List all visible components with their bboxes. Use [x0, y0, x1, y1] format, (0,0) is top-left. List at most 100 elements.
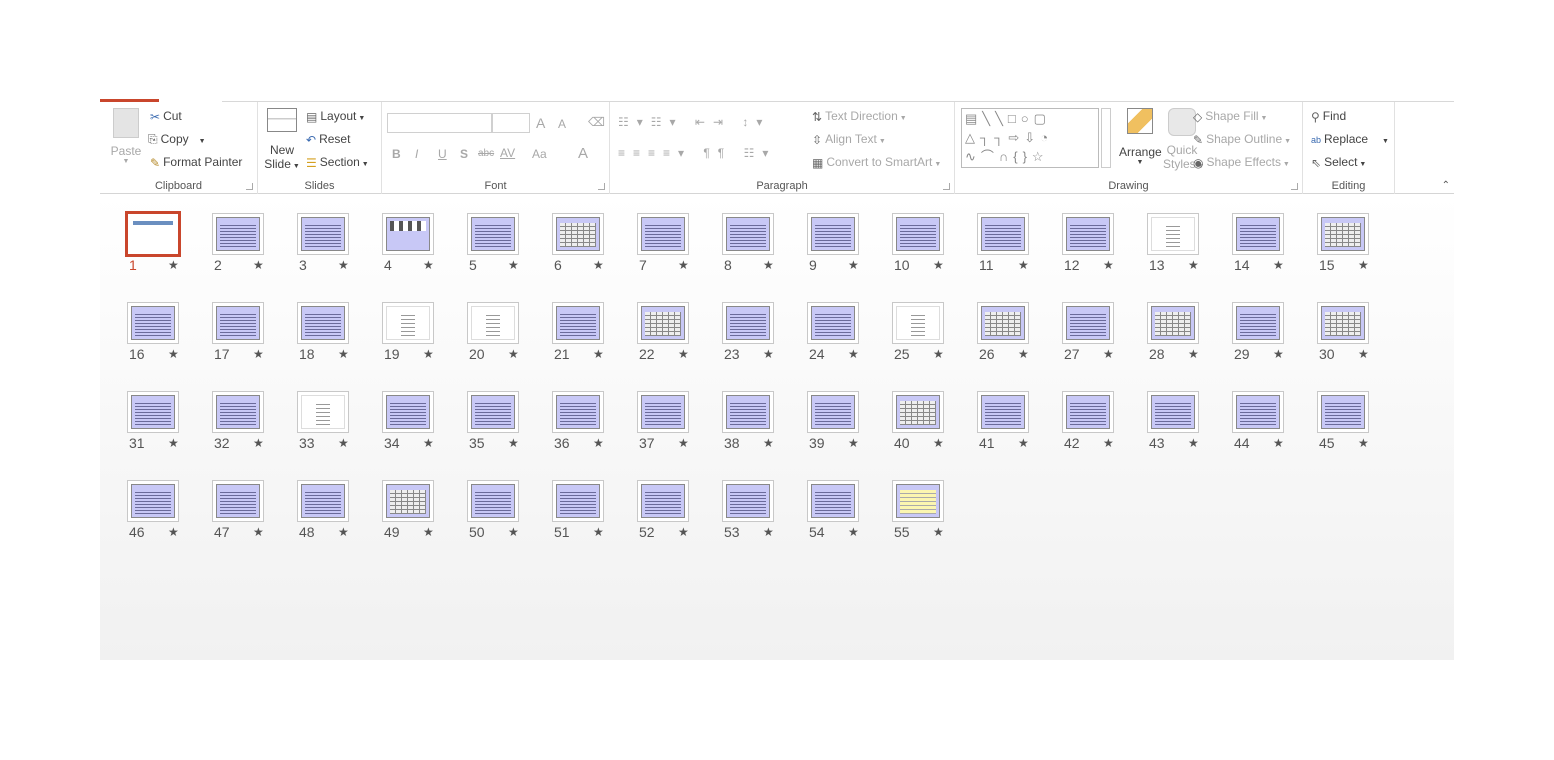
section-button[interactable]: ☰ Section ▼ — [306, 155, 369, 170]
slide-preview[interactable] — [637, 302, 689, 344]
slide-thumbnail-13[interactable]: 13 ★ — [1147, 213, 1201, 275]
animation-star-icon[interactable]: ★ — [338, 525, 349, 539]
slide-preview[interactable] — [1317, 391, 1369, 433]
slide-thumbnail-14[interactable]: 14 ★ — [1232, 213, 1286, 275]
slide-thumbnail-31[interactable]: 31 ★ — [127, 391, 181, 453]
animation-star-icon[interactable]: ★ — [933, 436, 944, 450]
slide-thumbnail-40[interactable]: 40 ★ — [892, 391, 946, 453]
animation-star-icon[interactable]: ★ — [253, 347, 264, 361]
slide-preview[interactable] — [382, 480, 434, 522]
slide-thumbnail-11[interactable]: 11 ★ — [977, 213, 1031, 275]
slide-thumbnail-26[interactable]: 26 ★ — [977, 302, 1031, 364]
slide-thumbnail-34[interactable]: 34 ★ — [382, 391, 436, 453]
slide-preview[interactable] — [807, 480, 859, 522]
slide-preview[interactable] — [382, 302, 434, 344]
slide-thumbnail-42[interactable]: 42 ★ — [1062, 391, 1116, 453]
list-buttons[interactable]: ☷▾☷▾ ⇤⇥ ↕▾ — [618, 115, 770, 129]
animation-star-icon[interactable]: ★ — [508, 525, 519, 539]
slide-preview[interactable] — [892, 302, 944, 344]
slide-thumbnail-4[interactable]: 4 ★ — [382, 213, 436, 275]
animation-star-icon[interactable]: ★ — [593, 525, 604, 539]
slide-preview[interactable] — [722, 302, 774, 344]
slide-preview[interactable] — [1147, 213, 1199, 255]
slide-thumbnail-47[interactable]: 47 ★ — [212, 480, 266, 542]
slide-preview[interactable] — [552, 302, 604, 344]
slide-preview[interactable] — [212, 480, 264, 522]
animation-star-icon[interactable]: ★ — [423, 258, 434, 272]
slide-thumbnail-7[interactable]: 7 ★ — [637, 213, 691, 275]
animation-star-icon[interactable]: ★ — [508, 436, 519, 450]
font-size-combo[interactable] — [492, 113, 530, 133]
slide-thumbnail-50[interactable]: 50 ★ — [467, 480, 521, 542]
shrink-font-button[interactable]: A — [558, 117, 566, 131]
animation-star-icon[interactable]: ★ — [593, 436, 604, 450]
animation-star-icon[interactable]: ★ — [763, 436, 774, 450]
collapse-ribbon-icon[interactable]: ⌃ — [1442, 180, 1450, 191]
slide-preview[interactable] — [637, 391, 689, 433]
animation-star-icon[interactable]: ★ — [678, 436, 689, 450]
slide-thumbnail-41[interactable]: 41 ★ — [977, 391, 1031, 453]
animation-star-icon[interactable]: ★ — [1103, 436, 1114, 450]
slide-preview[interactable] — [807, 213, 859, 255]
slide-preview[interactable] — [212, 302, 264, 344]
animation-star-icon[interactable]: ★ — [168, 258, 179, 272]
animation-star-icon[interactable]: ★ — [848, 347, 859, 361]
slide-thumbnail-35[interactable]: 35 ★ — [467, 391, 521, 453]
strikethrough-button[interactable]: abc — [478, 148, 494, 159]
animation-star-icon[interactable]: ★ — [168, 436, 179, 450]
slide-preview[interactable] — [807, 391, 859, 433]
dialog-launcher-icon[interactable] — [246, 183, 253, 190]
slide-preview[interactable] — [722, 391, 774, 433]
layout-button[interactable]: ▤ Layout ▼ — [306, 109, 365, 124]
italic-button[interactable]: I — [415, 147, 418, 161]
paste-button[interactable]: Paste ▼ — [110, 108, 142, 165]
slide-thumbnail-43[interactable]: 43 ★ — [1147, 391, 1201, 453]
animation-star-icon[interactable]: ★ — [593, 347, 604, 361]
slide-thumbnail-29[interactable]: 29 ★ — [1232, 302, 1286, 364]
slide-thumbnail-22[interactable]: 22 ★ — [637, 302, 691, 364]
slide-thumbnail-45[interactable]: 45 ★ — [1317, 391, 1371, 453]
animation-star-icon[interactable]: ★ — [1018, 347, 1029, 361]
animation-star-icon[interactable]: ★ — [508, 347, 519, 361]
animation-star-icon[interactable]: ★ — [253, 436, 264, 450]
slide-preview[interactable] — [467, 391, 519, 433]
slide-preview[interactable] — [977, 213, 1029, 255]
slide-preview[interactable] — [1062, 213, 1114, 255]
slide-thumbnail-53[interactable]: 53 ★ — [722, 480, 776, 542]
slide-thumbnail-39[interactable]: 39 ★ — [807, 391, 861, 453]
slide-preview[interactable] — [1232, 391, 1284, 433]
slide-preview[interactable] — [467, 302, 519, 344]
animation-star-icon[interactable]: ★ — [763, 525, 774, 539]
animation-star-icon[interactable]: ★ — [253, 258, 264, 272]
slide-preview[interactable] — [127, 391, 179, 433]
slide-preview[interactable] — [552, 213, 604, 255]
slide-thumbnail-24[interactable]: 24 ★ — [807, 302, 861, 364]
slide-thumbnail-46[interactable]: 46 ★ — [127, 480, 181, 542]
animation-star-icon[interactable]: ★ — [1273, 436, 1284, 450]
slide-thumbnail-32[interactable]: 32 ★ — [212, 391, 266, 453]
gallery-scrollbar[interactable] — [1101, 108, 1111, 168]
reset-button[interactable]: ↶ Reset — [306, 132, 350, 147]
slide-thumbnail-6[interactable]: 6 ★ — [552, 213, 606, 275]
arrange-button[interactable]: Arrange ▼ — [1119, 108, 1162, 166]
animation-star-icon[interactable]: ★ — [1188, 347, 1199, 361]
alignment-buttons[interactable]: ≡≡≡≡▾ ¶¶ ☷▾ — [618, 146, 776, 160]
animation-star-icon[interactable]: ★ — [848, 525, 859, 539]
shapes-gallery[interactable]: ▤╲╲□○▢ △┐┐⇨⇩◔ ∿⌒∩{}☆ — [961, 108, 1099, 168]
slide-thumbnail-19[interactable]: 19 ★ — [382, 302, 436, 364]
slide-thumbnail-10[interactable]: 10 ★ — [892, 213, 946, 275]
slide-preview[interactable] — [467, 213, 519, 255]
animation-star-icon[interactable]: ★ — [1018, 258, 1029, 272]
slide-preview[interactable] — [1317, 213, 1369, 255]
slide-preview[interactable] — [212, 391, 264, 433]
slide-preview[interactable] — [297, 480, 349, 522]
text-direction-button[interactable]: ⇅ Text Direction ▼ — [812, 109, 907, 124]
slide-thumbnail-33[interactable]: 33 ★ — [297, 391, 351, 453]
slide-thumbnail-48[interactable]: 48 ★ — [297, 480, 351, 542]
slide-preview[interactable] — [1147, 391, 1199, 433]
slide-thumbnail-21[interactable]: 21 ★ — [552, 302, 606, 364]
convert-smartart-button[interactable]: ▦ Convert to SmartArt ▼ — [812, 155, 941, 170]
slide-preview[interactable] — [1317, 302, 1369, 344]
slide-thumbnail-30[interactable]: 30 ★ — [1317, 302, 1371, 364]
slide-thumbnail-20[interactable]: 20 ★ — [467, 302, 521, 364]
